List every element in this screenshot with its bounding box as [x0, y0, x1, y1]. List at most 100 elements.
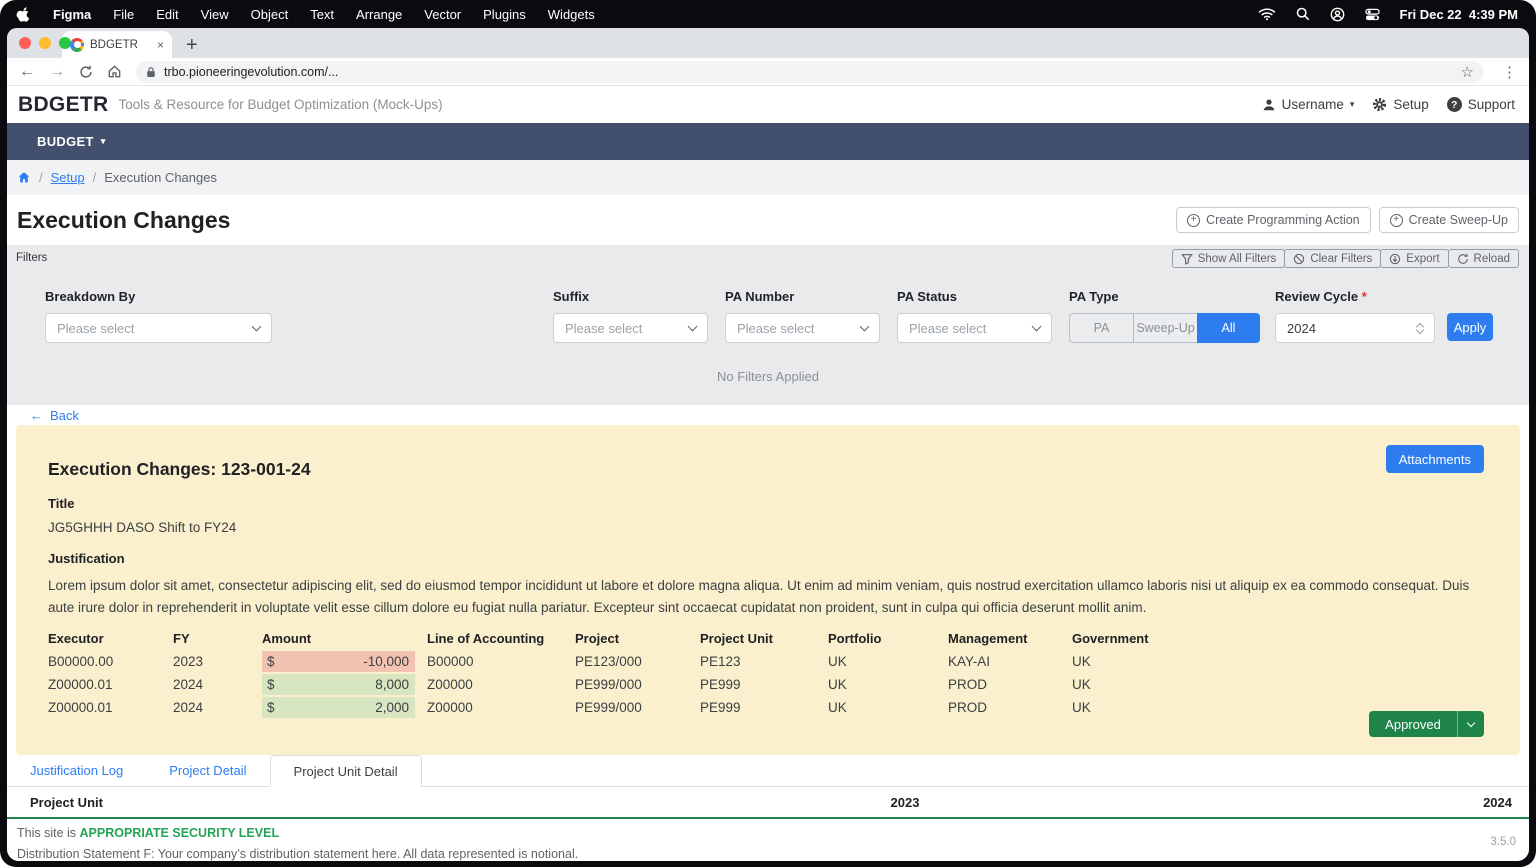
close-tab-icon[interactable]: ×	[157, 38, 164, 52]
nav-budget-menu[interactable]: BUDGET ▾	[37, 134, 106, 149]
back-arrow-icon: ←	[30, 408, 43, 423]
pa-number-label: PA Number	[725, 289, 880, 304]
tab-justification-log[interactable]: Justification Log	[7, 755, 146, 786]
menubar-item-object[interactable]: Object	[251, 7, 289, 22]
forward-icon[interactable]: →	[49, 64, 65, 80]
create-programming-action-button[interactable]: + Create Programming Action	[1176, 207, 1371, 233]
home-icon[interactable]	[107, 64, 122, 79]
browser-menu-icon[interactable]: ⋮	[1502, 63, 1517, 81]
browser-tab[interactable]: BDGETR ×	[62, 31, 172, 58]
gear-icon	[1372, 97, 1387, 112]
menubar-clock[interactable]: Fri Dec 22 4:39 PM	[1400, 7, 1519, 22]
card-heading: Execution Changes: 123-001-24	[48, 459, 1488, 480]
user-menu-icon[interactable]	[1330, 7, 1345, 22]
chevron-down-icon	[252, 321, 262, 331]
security-banner: This site is APPROPRIATE SECURITY LEVEL	[17, 826, 1529, 840]
table-column-header: Project Unit	[700, 627, 828, 650]
menubar-item-plugins[interactable]: Plugins	[483, 7, 526, 22]
browser-tabstrip: BDGETR × +	[7, 28, 1529, 58]
table-cell: PROD	[948, 673, 1072, 696]
menubar-item-view[interactable]: View	[201, 7, 229, 22]
menubar-item-widgets[interactable]: Widgets	[548, 7, 595, 22]
review-cycle-select[interactable]: 2024	[1275, 313, 1435, 343]
minimize-window-button[interactable]	[39, 37, 51, 49]
reload-icon[interactable]	[79, 65, 93, 79]
close-window-button[interactable]	[19, 37, 31, 49]
tab-project-detail[interactable]: Project Detail	[146, 755, 269, 786]
apply-button[interactable]: Apply	[1447, 313, 1493, 341]
username-label: Username	[1282, 97, 1344, 112]
table-cell: Z00000	[427, 696, 575, 719]
create-sweep-up-label: Create Sweep-Up	[1409, 213, 1508, 227]
pa-type-option-pa[interactable]: PA	[1069, 313, 1134, 343]
menubar-item-vector[interactable]: Vector	[424, 7, 461, 22]
pa-type-option-all[interactable]: All	[1197, 313, 1260, 343]
menubar-item-arrange[interactable]: Arrange	[356, 7, 402, 22]
pa-status-select[interactable]: Please select	[897, 313, 1052, 343]
table-cell: PE123/000	[575, 650, 700, 673]
security-level-text: APPROPRIATE SECURITY LEVEL	[80, 826, 280, 840]
control-center-icon[interactable]	[1365, 7, 1380, 22]
show-all-filters-button[interactable]: Show All Filters	[1172, 249, 1286, 268]
wifi-icon[interactable]	[1258, 7, 1276, 21]
distribution-statement: Distribution Statement F: Your company’s…	[17, 847, 1529, 861]
tab-title: BDGETR	[90, 39, 151, 51]
tab-project-unit-detail[interactable]: Project Unit Detail	[270, 755, 422, 787]
attachments-button[interactable]: Attachments	[1386, 445, 1484, 473]
search-icon[interactable]	[1296, 7, 1310, 21]
url-field[interactable]: trbo.pioneeringevolution.com/... ☆	[136, 61, 1484, 83]
plus-circle-icon: +	[1390, 214, 1403, 227]
filter-pa-type: PA Type PA Sweep-Up All	[1069, 289, 1260, 343]
table-cell: PE999/000	[575, 696, 700, 719]
new-tab-button[interactable]: +	[186, 35, 198, 55]
year-2023-column-header: 2023	[891, 795, 920, 810]
menubar-item-text[interactable]: Text	[310, 7, 334, 22]
table-column-header: Executor	[48, 627, 173, 650]
back-label: Back	[50, 408, 79, 423]
menubar-item-edit[interactable]: Edit	[156, 7, 178, 22]
pa-number-select[interactable]: Please select	[725, 313, 880, 343]
filter-pa-number: PA Number Please select	[725, 289, 880, 343]
apple-icon[interactable]	[16, 6, 31, 23]
status-split-button: Approved	[1369, 711, 1484, 737]
bookmark-star-icon[interactable]: ☆	[1461, 63, 1474, 81]
table-row: B00000.002023$-10,000B00000PE123/000PE12…	[48, 650, 1488, 673]
title-label: Title	[48, 496, 1488, 511]
suffix-select[interactable]: Please select	[553, 313, 708, 343]
menubar-app-name[interactable]: Figma	[53, 7, 91, 22]
app-logo[interactable]: BDGETR	[18, 93, 108, 117]
pa-type-option-sweep-up[interactable]: Sweep-Up	[1133, 313, 1198, 343]
table-row: Z00000.012024$8,000Z00000PE999/000PE999U…	[48, 673, 1488, 696]
breadcrumb-home-icon[interactable]	[17, 171, 31, 184]
breadcrumb: / Setup / Execution Changes	[7, 160, 1529, 195]
setup-link[interactable]: Setup	[1372, 97, 1428, 112]
favicon	[70, 38, 84, 52]
table-cell: PE999	[700, 696, 828, 719]
breadcrumb-setup-link[interactable]: Setup	[51, 170, 85, 185]
export-button[interactable]: Export	[1380, 249, 1448, 268]
chevron-down-icon	[1467, 718, 1475, 726]
review-cycle-value: 2024	[1287, 321, 1316, 336]
breadcrumb-separator: /	[93, 170, 97, 185]
table-header-row: ExecutorFYAmountLine of AccountingProjec…	[48, 627, 1488, 650]
menubar-item-file[interactable]: File	[113, 7, 134, 22]
back-icon[interactable]: ←	[19, 64, 35, 80]
status-dropdown-toggle[interactable]	[1457, 711, 1484, 737]
reload-button[interactable]: Reload	[1448, 249, 1519, 268]
approved-button[interactable]: Approved	[1369, 711, 1457, 737]
create-sweep-up-button[interactable]: + Create Sweep-Up	[1379, 207, 1519, 233]
pa-type-label: PA Type	[1069, 289, 1260, 304]
page-footer: This site is APPROPRIATE SECURITY LEVEL …	[7, 819, 1529, 861]
help-icon: ?	[1447, 97, 1462, 112]
clear-filters-button[interactable]: Clear Filters	[1284, 249, 1381, 268]
review-cycle-label: Review Cycle *	[1275, 289, 1435, 304]
reload-label: Reload	[1474, 253, 1510, 265]
filter-suffix: Suffix Please select	[553, 289, 708, 343]
table-column-header: Government	[1072, 627, 1488, 650]
breakdown-by-select[interactable]: Please select	[45, 313, 272, 343]
user-menu[interactable]: Username ▾	[1262, 97, 1355, 112]
support-link[interactable]: ? Support	[1447, 97, 1515, 112]
filter-apply: Apply	[1447, 312, 1493, 341]
back-link[interactable]: ← Back	[30, 408, 79, 423]
table-cell: PE999/000	[575, 673, 700, 696]
